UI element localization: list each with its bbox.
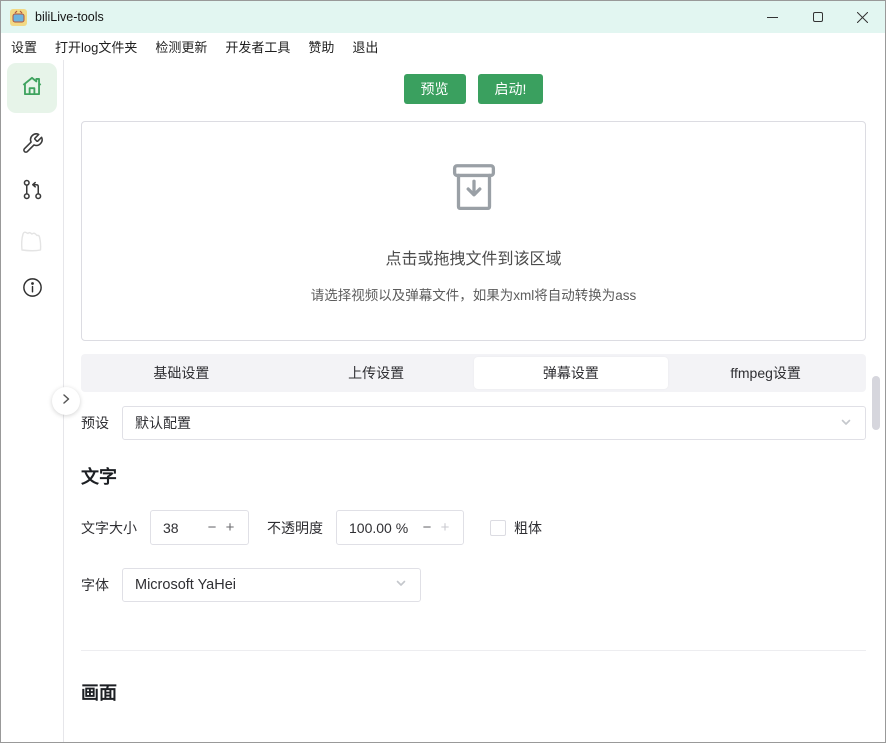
sidebar-expand-toggle[interactable] [52,387,80,415]
font-size-input[interactable]: 38 − + [150,510,249,545]
menu-check-update[interactable]: 检测更新 [146,34,216,59]
tab-danmaku-settings[interactable]: 弹幕设置 [474,357,669,389]
menu-sponsor[interactable]: 赞助 [299,34,343,59]
minimize-button[interactable] [750,1,795,33]
home-icon [19,73,45,104]
font-row: 字体 Microsoft YaHei [81,568,866,602]
sidebar-item-versions[interactable] [20,180,44,204]
tab-basic-settings[interactable]: 基础设置 [84,357,279,389]
text-controls-row: 文字大小 38 − + 不透明度 100.00 % − + 粗体 [81,510,866,545]
opacity-increase-button[interactable]: + [436,520,454,535]
screen-section-heading: 画面 [81,679,866,705]
app-icon [10,9,27,26]
bold-label: 粗体 [514,518,542,538]
chevron-down-icon [839,415,853,432]
font-size-decrease-button[interactable]: − [203,520,221,535]
font-size-increase-button[interactable]: + [221,520,239,535]
bold-checkbox[interactable] [490,520,506,536]
menu-settings[interactable]: 设置 [2,34,46,59]
menu-bar: 设置 打开log文件夹 检测更新 开发者工具 赞助 退出 [1,33,885,60]
window-title: biliLive-tools [35,10,104,24]
app-window: biliLive-tools 设置 打开log文件夹 检测更新 开发者工具 赞助… [0,0,886,743]
preset-select[interactable]: 默认配置 [122,406,866,440]
settings-tabs: 基础设置 上传设置 弹幕设置 ffmpeg设置 [81,354,866,392]
tab-upload-settings[interactable]: 上传设置 [279,357,474,389]
sidebar-item-about[interactable] [20,278,44,302]
menu-devtools[interactable]: 开发者工具 [216,34,299,59]
section-divider [81,650,866,651]
menu-open-log-folder[interactable]: 打开log文件夹 [46,34,146,59]
font-size-label: 文字大小 [81,518,137,538]
close-button[interactable] [840,1,885,33]
action-toolbar: 预览 启动! [81,74,866,104]
file-dropzone[interactable]: 点击或拖拽文件到该区域 请选择视频以及弹幕文件，如果为xml将自动转换为ass [81,121,866,341]
archive-download-icon [443,158,505,225]
preset-row: 预设 默认配置 [81,406,866,440]
titlebar: biliLive-tools [1,1,885,33]
dropzone-sub-text: 请选择视频以及弹幕文件，如果为xml将自动转换为ass [311,284,637,304]
dropzone-main-text: 点击或拖拽文件到该区域 [385,245,561,269]
sidebar-item-tools[interactable] [20,134,44,158]
menu-exit[interactable]: 退出 [343,34,387,59]
preset-value: 默认配置 [135,413,191,433]
main-content: 预览 启动! 点击或拖拽文件到该区域 请选择视频以及弹幕文件，如果为xml将自动… [64,60,885,742]
info-icon [21,276,44,304]
tab-ffmpeg-settings[interactable]: ffmpeg设置 [668,357,863,389]
maximize-button[interactable] [795,1,840,33]
opacity-input[interactable]: 100.00 % − + [336,510,464,545]
faded-outline-icon [19,229,45,258]
wrench-icon [21,132,44,160]
chevron-down-icon [394,576,408,594]
font-label: 字体 [81,575,109,595]
chevron-right-icon [60,392,72,410]
font-value: Microsoft YaHei [135,577,236,593]
sidebar-item-faded[interactable] [20,231,44,255]
vertical-scrollbar-thumb[interactable] [872,376,880,430]
font-size-value: 38 [163,520,203,536]
preview-button[interactable]: 预览 [404,74,466,104]
start-button[interactable]: 启动! [478,74,544,104]
git-pull-request-icon [21,178,44,206]
opacity-decrease-button[interactable]: − [418,520,436,535]
preset-label: 预设 [81,413,109,433]
sidebar-item-home[interactable] [7,63,57,113]
opacity-value: 100.00 % [349,520,418,536]
opacity-label: 不透明度 [267,518,323,538]
font-select[interactable]: Microsoft YaHei [122,568,421,602]
text-section-heading: 文字 [81,463,866,489]
